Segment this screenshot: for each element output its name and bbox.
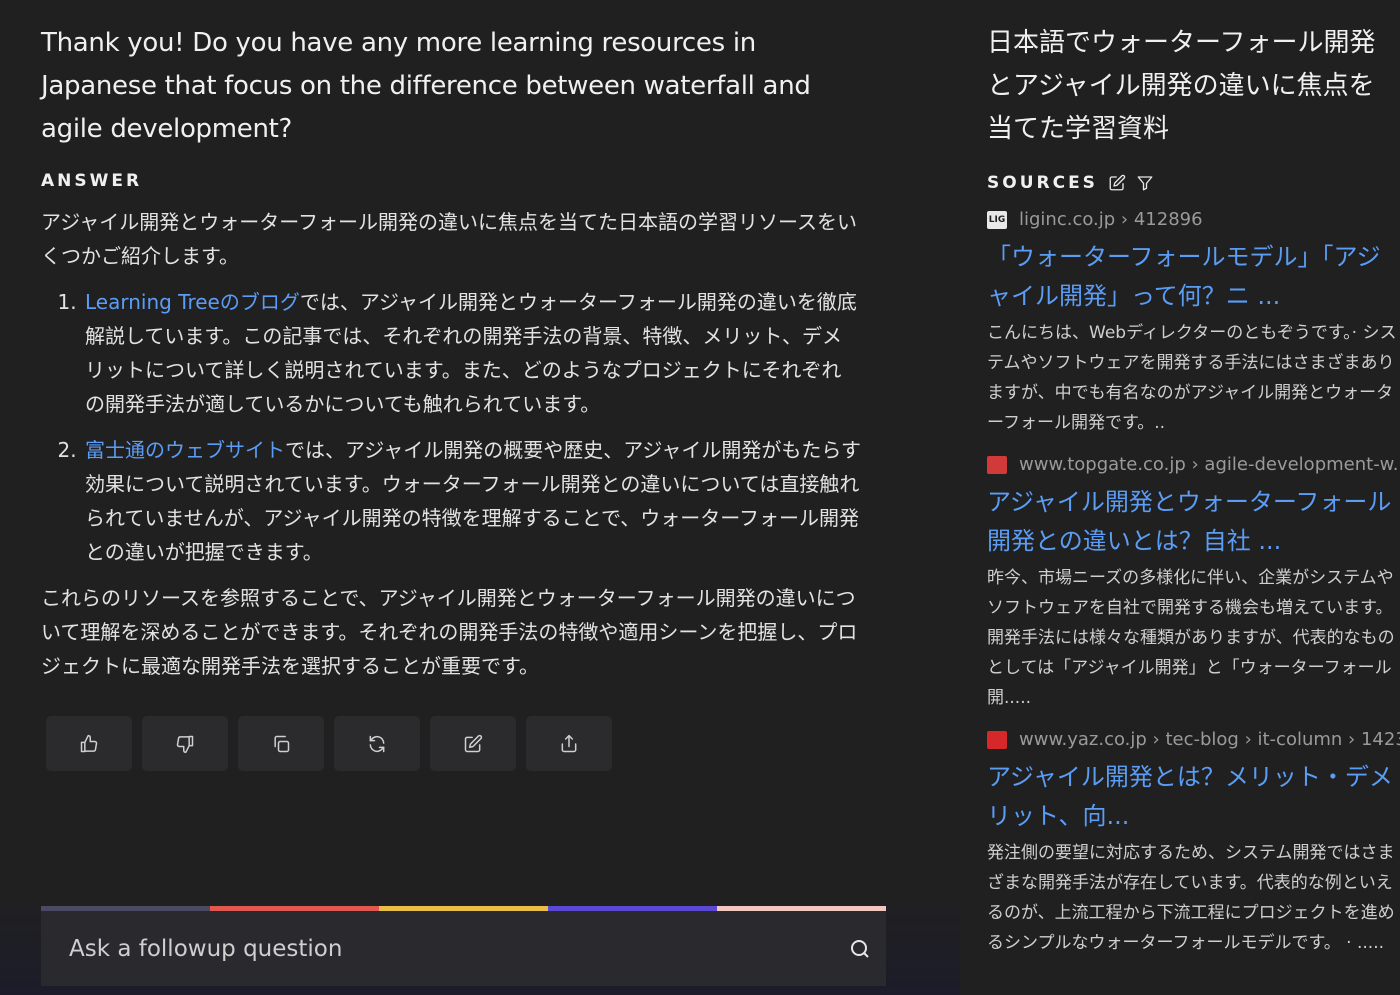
source-link-fujitsu[interactable]: 富士通のウェブサイト — [85, 438, 285, 462]
refresh-icon — [369, 735, 385, 752]
followup-placeholder: Ask a followup question — [69, 935, 343, 962]
sources-label: SOURCES — [987, 173, 1098, 193]
answer-list: Learning Treeのブログでは、アジャイル開発とウォーターフォール開発の… — [41, 285, 861, 569]
list-item: 富士通のウェブサイトでは、アジャイル開発の概要や歴史、アジャイル開発がもたらす効… — [83, 433, 861, 569]
source-domain-row: LIG liginc.co.jp › 412896 — [987, 209, 1400, 230]
source-snippet: こんにちは、Webディレクターのともぞうです。· システムやソフトウェアを開発す… — [987, 323, 1397, 433]
thumbs-up-icon — [80, 734, 98, 752]
answer-label: ANSWER — [41, 171, 143, 191]
followup-input-container: Ask a followup question — [41, 906, 886, 986]
edit-icon — [464, 734, 483, 752]
site-favicon-icon — [987, 455, 1007, 474]
search-icon[interactable] — [848, 937, 872, 961]
source-card[interactable]: www.yaz.co.jp › tec-blog › it-column › 1… — [987, 729, 1400, 958]
sources-header: SOURCES — [987, 173, 1400, 193]
answer-actions — [46, 716, 612, 771]
bar-segment — [379, 906, 548, 911]
bar-segment — [548, 906, 717, 911]
question-heading: Thank you! Do you have any more learning… — [41, 28, 811, 144]
sidebar-title: 日本語でウォーターフォール開発とアジャイル開発の違いに焦点を当てた学習資料 — [987, 28, 1376, 144]
followup-input[interactable]: Ask a followup question — [41, 911, 886, 986]
source-domain-row: www.topgate.co.jp › agile-development-w.… — [987, 454, 1400, 475]
source-card[interactable]: www.topgate.co.jp › agile-development-w.… — [987, 454, 1400, 713]
source-link-learning-tree[interactable]: Learning Treeのブログ — [85, 290, 300, 314]
bar-segment — [210, 906, 379, 911]
source-title-link[interactable]: アジャイル開発とは？メリット・デメリット、向... — [987, 758, 1400, 836]
copy-button[interactable] — [238, 716, 324, 771]
regenerate-button[interactable] — [334, 716, 420, 771]
source-domain: www.topgate.co.jp › agile-development-w.… — [1019, 454, 1400, 475]
thumbs-down-button[interactable] — [142, 716, 228, 771]
rainbow-bar — [41, 906, 886, 911]
answer-intro: アジャイル開発とウォーターフォール開発の違いに焦点を当てた日本語の学習リソースを… — [41, 210, 857, 268]
bar-segment — [717, 906, 886, 911]
sources-sidebar: 日本語でウォーターフォール開発とアジャイル開発の違いに焦点を当てた学習資料 SO… — [987, 22, 1400, 958]
bar-segment — [41, 906, 210, 911]
source-snippet: 発注側の要望に対応するため、システム開発ではさまざまな開発手法が存在しています。… — [987, 843, 1395, 953]
edit-button[interactable] — [430, 716, 516, 771]
source-domain-row: www.yaz.co.jp › tec-blog › it-column › 1… — [987, 729, 1400, 750]
source-title-link[interactable]: アジャイル開発とウォーターフォール開発との違いとは？自社 ... — [987, 483, 1400, 561]
list-item: Learning Treeのブログでは、アジャイル開発とウォーターフォール開発の… — [83, 285, 861, 421]
source-domain: liginc.co.jp › 412896 — [1019, 209, 1203, 230]
thumbs-down-icon — [176, 735, 194, 753]
thumbs-up-button[interactable] — [46, 716, 132, 771]
source-card[interactable]: LIG liginc.co.jp › 412896 「ウォーターフォールモデル」… — [987, 209, 1400, 438]
site-favicon-icon: LIG — [987, 210, 1007, 229]
source-snippet: 昨今、市場ニーズの多様化に伴い、企業がシステムやソフトウェアを自社で開発する機会… — [987, 568, 1395, 708]
share-icon — [561, 734, 577, 752]
share-button[interactable] — [526, 716, 612, 771]
edit-sources-icon[interactable] — [1108, 174, 1126, 192]
copy-icon — [274, 735, 290, 752]
filter-icon[interactable] — [1136, 174, 1154, 192]
source-domain: www.yaz.co.jp › tec-blog › it-column › 1… — [1019, 729, 1400, 750]
answer-conclusion: これらのリソースを参照することで、アジャイル開発とウォーターフォール開発の違いに… — [41, 586, 858, 678]
source-title-link[interactable]: 「ウォーターフォールモデル」「アジャイル開発」って何？ニ ... — [987, 238, 1400, 316]
site-favicon-icon — [987, 730, 1007, 749]
answer-panel: Thank you! Do you have any more learning… — [41, 22, 861, 683]
